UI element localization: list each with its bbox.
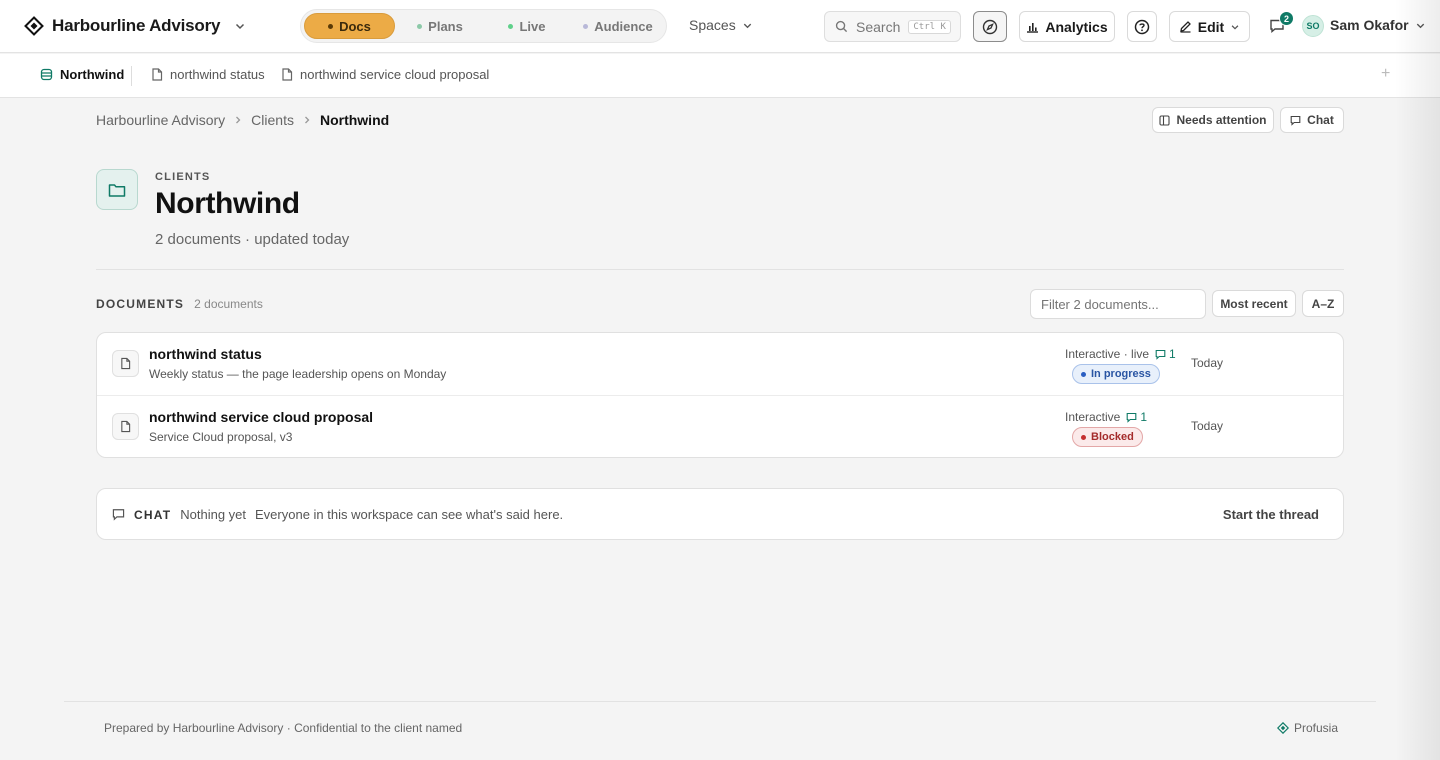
spaces-menu[interactable]: Spaces xyxy=(689,17,753,33)
notification-badge: 2 xyxy=(1279,11,1294,26)
search-icon xyxy=(835,20,848,33)
document-row[interactable]: northwind service cloud proposal Service… xyxy=(97,395,1343,457)
document-description: Service Cloud proposal, v3 xyxy=(149,430,293,444)
breadcrumb-clients[interactable]: Clients xyxy=(251,112,294,128)
needs-attention-button[interactable]: Needs attention xyxy=(1152,107,1274,133)
mode-switcher: Docs Plans Live Audience xyxy=(300,9,667,43)
footer-note: Prepared by Harbourline Advisory · Confi… xyxy=(104,721,463,735)
mode-dot-icon xyxy=(417,23,423,29)
file-icon xyxy=(112,350,139,377)
document-description: Weekly status — the page leadership open… xyxy=(149,367,447,381)
documents-list: northwind status Weekly status — the pag… xyxy=(96,332,1344,458)
chevron-right-icon xyxy=(233,115,243,125)
tab-divider xyxy=(131,66,132,86)
chat-empty: Nothing yet xyxy=(180,507,247,522)
page-title: Northwind xyxy=(155,187,300,220)
message-icon xyxy=(1155,349,1166,360)
chat-panel: CHAT Nothing yet Everyone in this worksp… xyxy=(96,488,1344,540)
chevron-down-icon xyxy=(1230,22,1240,32)
document-title[interactable]: northwind status xyxy=(149,346,262,362)
tab-northwind[interactable]: Northwind xyxy=(40,67,124,82)
folder-icon xyxy=(108,182,126,198)
message-icon xyxy=(112,508,125,521)
chat-heading: CHAT xyxy=(134,507,172,522)
breadcrumb-current: Northwind xyxy=(319,112,390,128)
pencil-icon xyxy=(1179,20,1192,33)
document-tabs: Northwind northwind status northwind ser… xyxy=(0,54,1440,98)
document-date: Today xyxy=(1191,419,1224,433)
breadcrumb: Harbourline Advisory Clients Northwind xyxy=(96,112,389,128)
status-dot-icon xyxy=(1081,434,1086,440)
document-row[interactable]: northwind status Weekly status — the pag… xyxy=(97,333,1343,395)
comment-count: 1 xyxy=(1126,410,1147,424)
status-badge: Blocked xyxy=(1072,427,1143,447)
chat-note: Everyone in this workspace can see what'… xyxy=(255,507,564,522)
search-button[interactable]: Search Ctrl K xyxy=(824,11,961,42)
database-icon xyxy=(40,68,53,81)
tab-northwind-status[interactable]: northwind status xyxy=(151,67,265,82)
message-icon xyxy=(1126,412,1137,423)
documents-title: DOCUMENTS xyxy=(96,297,185,311)
sort-az-button[interactable]: A–Z xyxy=(1302,290,1344,317)
panel-icon xyxy=(1159,114,1171,126)
chat-summary: CHAT Nothing yet Everyone in this worksp… xyxy=(112,507,563,522)
breadcrumb-workspace[interactable]: Harbourline Advisory xyxy=(96,112,225,128)
page-subtitle: 2 documents · updated today xyxy=(155,231,350,248)
workspace-switcher[interactable]: Harbourline Advisory xyxy=(24,14,246,38)
bar-chart-icon xyxy=(1026,20,1039,33)
help-circle-icon xyxy=(1134,19,1150,35)
chevron-down-icon xyxy=(742,20,753,31)
workspace-name: Harbourline Advisory xyxy=(52,16,221,35)
documents-heading: DOCUMENTS 2 documents xyxy=(96,297,263,311)
avatar[interactable]: SO xyxy=(1302,15,1324,37)
document-title[interactable]: northwind service cloud proposal xyxy=(149,409,373,425)
document-date: Today xyxy=(1191,356,1224,370)
analytics-button[interactable]: Analytics xyxy=(1019,11,1115,42)
mode-plans[interactable]: Plans xyxy=(405,13,475,39)
sort-most-recent-button[interactable]: Most recent xyxy=(1212,290,1296,317)
start-thread-button[interactable]: Start the thread xyxy=(1223,507,1319,522)
status-badge: In progress xyxy=(1072,364,1160,384)
document-kind: Interactive · live 1 xyxy=(1065,347,1176,361)
user-menu[interactable]: Sam Okafor xyxy=(1330,17,1426,33)
diamond-logo-icon xyxy=(24,16,44,36)
documents-count: 2 documents xyxy=(194,297,263,311)
mode-docs[interactable]: Docs xyxy=(304,13,395,39)
folder-tile xyxy=(96,169,138,210)
chevron-right-icon xyxy=(302,115,312,125)
edge-shadow xyxy=(1395,0,1440,760)
file-icon xyxy=(112,413,139,440)
document-kind: Interactive 1 xyxy=(1065,410,1148,424)
status-dot-icon xyxy=(1081,371,1086,377)
file-icon xyxy=(281,68,293,81)
mode-dot-icon xyxy=(583,23,589,29)
file-icon xyxy=(151,68,163,81)
compass-icon xyxy=(982,19,998,35)
message-icon xyxy=(1290,115,1301,126)
top-bar: Harbourline Advisory Docs Plans Live Aud… xyxy=(0,0,1440,53)
comment-count: 1 xyxy=(1155,347,1176,361)
divider xyxy=(96,269,1344,270)
edit-button[interactable]: Edit xyxy=(1169,11,1250,42)
mode-dot-icon xyxy=(508,23,514,29)
help-button[interactable] xyxy=(1127,11,1157,42)
mode-audience[interactable]: Audience xyxy=(574,13,662,39)
diamond-logo-icon xyxy=(1277,722,1289,734)
explore-button[interactable] xyxy=(973,11,1007,42)
mode-live[interactable]: Live xyxy=(497,13,557,39)
tab-northwind-service-cloud-proposal[interactable]: northwind service cloud proposal xyxy=(281,67,489,82)
chevron-down-icon xyxy=(1415,20,1426,31)
page-eyebrow: CLIENTS xyxy=(155,171,211,183)
keyboard-shortcut: Ctrl K xyxy=(908,19,951,34)
new-tab-plus-icon[interactable]: + xyxy=(1381,65,1390,83)
footer-brand[interactable]: Profusia xyxy=(1277,721,1338,735)
chat-button[interactable]: Chat xyxy=(1280,107,1344,133)
filter-documents-input[interactable] xyxy=(1030,289,1206,319)
footer-divider xyxy=(64,701,1376,702)
mode-dot-icon xyxy=(328,23,334,29)
chevron-down-icon xyxy=(234,20,246,32)
